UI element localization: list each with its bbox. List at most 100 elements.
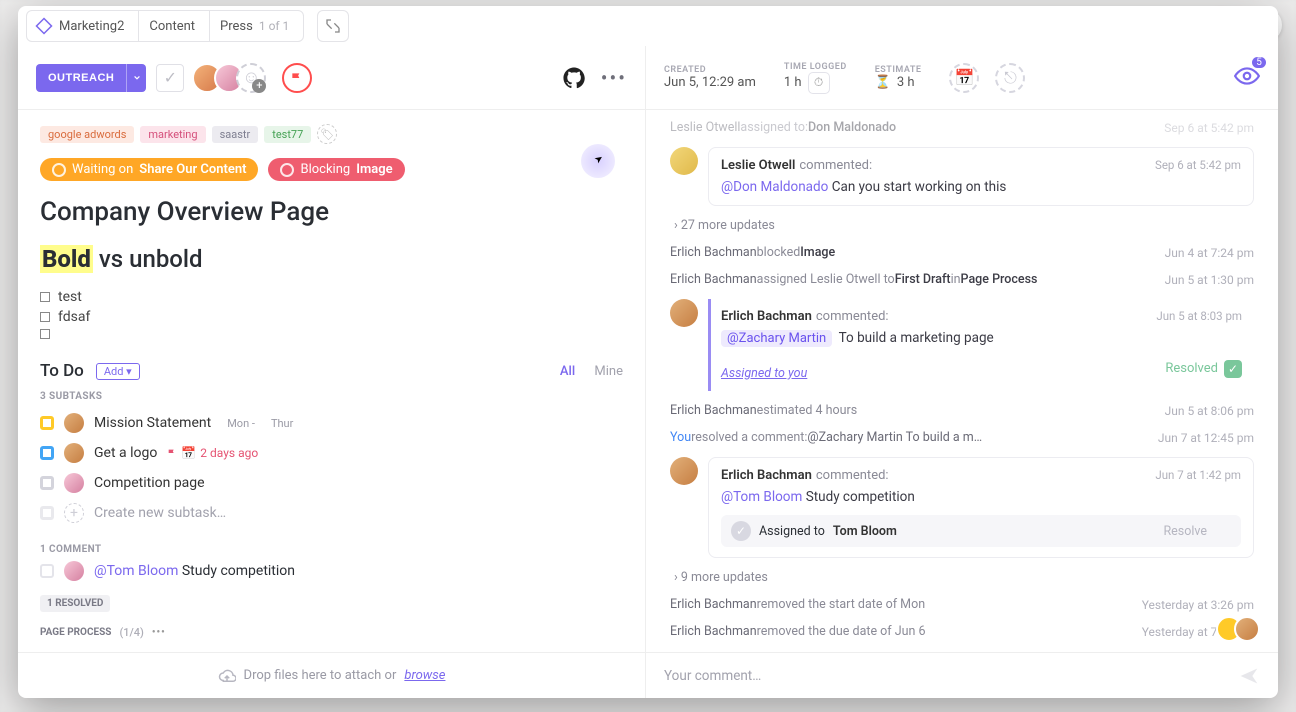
process-menu[interactable]: ••• [152,627,166,638]
resolved-check-icon[interactable]: ✓ [1224,360,1242,378]
resolve-checkbox[interactable] [1215,523,1231,539]
time-logged-label: TIME LOGGED [784,62,847,72]
checkbox-icon[interactable] [40,564,54,578]
tag[interactable]: marketing [140,126,205,143]
subtask-row[interactable]: Mission Statement Mon - Thur [40,408,623,438]
checkbox-icon[interactable] [40,292,50,302]
space-icon [35,17,53,35]
avatar [670,299,698,327]
add-assignee-button[interactable]: ☺ [236,63,266,93]
comment-block: Erlich Bachmancommented:Jun 5 at 8:03 pm… [656,293,1268,397]
more-updates[interactable]: 9 more updates [656,564,1268,591]
presence-avatar[interactable] [1234,616,1260,642]
status-square [40,506,54,520]
presence-avatars [1224,616,1260,642]
subtask-date: Mon - [227,417,255,430]
checkbox-icon[interactable] [40,329,50,339]
add-subtask-button[interactable]: Add ▾ [96,363,140,380]
resolve-label[interactable]: Resolve [1163,524,1207,539]
resolved-pill[interactable]: 1 RESOLVED [40,595,110,612]
github-icon[interactable] [563,67,585,89]
filter-all[interactable]: All [560,364,575,379]
mention[interactable]: @Tom Bloom [721,489,802,505]
subtask-name: Get a logo [94,445,157,461]
task-title[interactable]: Company Overview Page [40,197,623,227]
new-subtask-placeholder: Create new subtask… [94,505,226,521]
check-item[interactable]: test [58,289,82,305]
description[interactable]: Bold vs unbold test fdsaf [40,245,623,341]
timestamp: Jun 7 at 1:42 pm [1155,468,1241,482]
circle-icon [52,163,66,177]
bold-text: Bold [40,245,93,273]
priority-flag[interactable] [282,63,312,93]
watchers[interactable]: 5 [1234,63,1260,93]
inline-comment[interactable]: @Tom Bloom Study competition [40,561,623,581]
dropzone[interactable]: Drop files here to attach or browse [18,652,645,698]
waiting-pill[interactable]: Waiting on Share Our Content [40,158,258,181]
assigned-to-you[interactable]: Assigned to you [721,366,807,381]
activity-line: Erlich Bachman blocked ImageJun 4 at 7:2… [656,239,1268,266]
flag-icon [290,71,304,85]
check-item[interactable]: fdsaf [58,309,90,325]
add-assignee-icon[interactable]: + [64,503,84,523]
filter-mine[interactable]: Mine [594,364,623,379]
comment-placeholder: Your comment… [664,668,761,684]
assignees: ☺ [200,63,266,93]
subtask-row[interactable]: Get a logo 📅 2 days ago [40,438,623,468]
activity-feed: Leslie Otwell assigned to: Don Maldonado… [646,110,1278,652]
breadcrumb-folder-label: Content [149,19,195,34]
status-square[interactable] [40,476,54,490]
more-updates[interactable]: 27 more updates [656,212,1268,239]
assigned-chip: ✓ Assigned to Tom Bloom Resolve [721,515,1241,547]
status-square[interactable] [40,446,54,460]
tag[interactable]: google adwords [40,126,134,143]
expand-button[interactable] [317,10,349,42]
status-square[interactable] [40,416,54,430]
assignee-avatar[interactable] [64,443,84,463]
subtask-row[interactable]: Competition page [40,468,623,498]
activity-line: Erlich Bachman removed the start date of… [656,591,1268,618]
breadcrumb-list[interactable]: Press 1 of 1 [209,10,304,42]
comment-block: Leslie Otwellcommented:Sep 6 at 5:42 pm … [656,141,1268,212]
cloud-upload-icon [218,667,236,685]
send-icon[interactable] [1238,666,1260,686]
browse-link[interactable]: browse [404,668,445,683]
mention[interactable]: @Tom Bloom [94,563,178,579]
checkbox-icon[interactable] [40,312,50,322]
tag[interactable]: test77 [264,126,311,143]
created-value: Jun 5, 12:29 am [664,75,756,90]
page-process[interactable]: PAGE PROCESS (1/4) ••• [40,626,623,639]
assignee-avatar[interactable] [64,413,84,433]
breadcrumb-space[interactable]: Marketing2 [26,10,139,42]
breadcrumb-folder[interactable]: Content [138,10,210,42]
breadcrumbs: Marketing2 Content Press 1 of 1 [18,6,1278,46]
timer-icon[interactable]: ⏱ [808,72,830,94]
subtask-name: Competition page [94,475,205,491]
date-picker[interactable]: 📅 [949,63,979,93]
more-menu[interactable]: ••• [601,66,627,90]
new-subtask-row[interactable]: + Create new subtask… [40,498,623,528]
resolved-label: Resolved [1165,361,1218,376]
mention[interactable]: @Zachary Martin [721,330,832,347]
link-button[interactable]: ⎋ [995,63,1025,93]
overdue-badge: 📅 2 days ago [167,446,258,460]
assignee-avatar[interactable] [64,473,84,493]
mention[interactable]: @Don Maldonado [721,179,828,195]
activity-line: Erlich Bachman assigned Leslie Otwell to… [656,266,1268,293]
timestamp: Jun 5 at 8:03 pm [1156,309,1242,323]
avatar [64,561,84,581]
estimate-value: 3 h [897,75,915,90]
process-label: PAGE PROCESS [40,627,111,638]
created-label: CREATED [664,65,756,75]
status-dropdown[interactable] [126,64,146,92]
right-header: CREATED Jun 5, 12:29 am TIME LOGGED 1 h⏱… [646,46,1278,110]
status-button[interactable]: OUTREACH [36,64,126,92]
breadcrumb-count: 1 of 1 [259,19,289,33]
add-tag-button[interactable]: 🏷 [317,124,337,144]
tag[interactable]: saastr [212,126,259,143]
comments-count: 1 COMMENT [40,544,623,555]
complete-button[interactable]: ✓ [156,64,184,92]
comment-input[interactable]: Your comment… [646,652,1278,698]
blocking-pill[interactable]: Blocking Image [268,158,404,181]
estimate-label: ESTIMATE [875,65,922,75]
